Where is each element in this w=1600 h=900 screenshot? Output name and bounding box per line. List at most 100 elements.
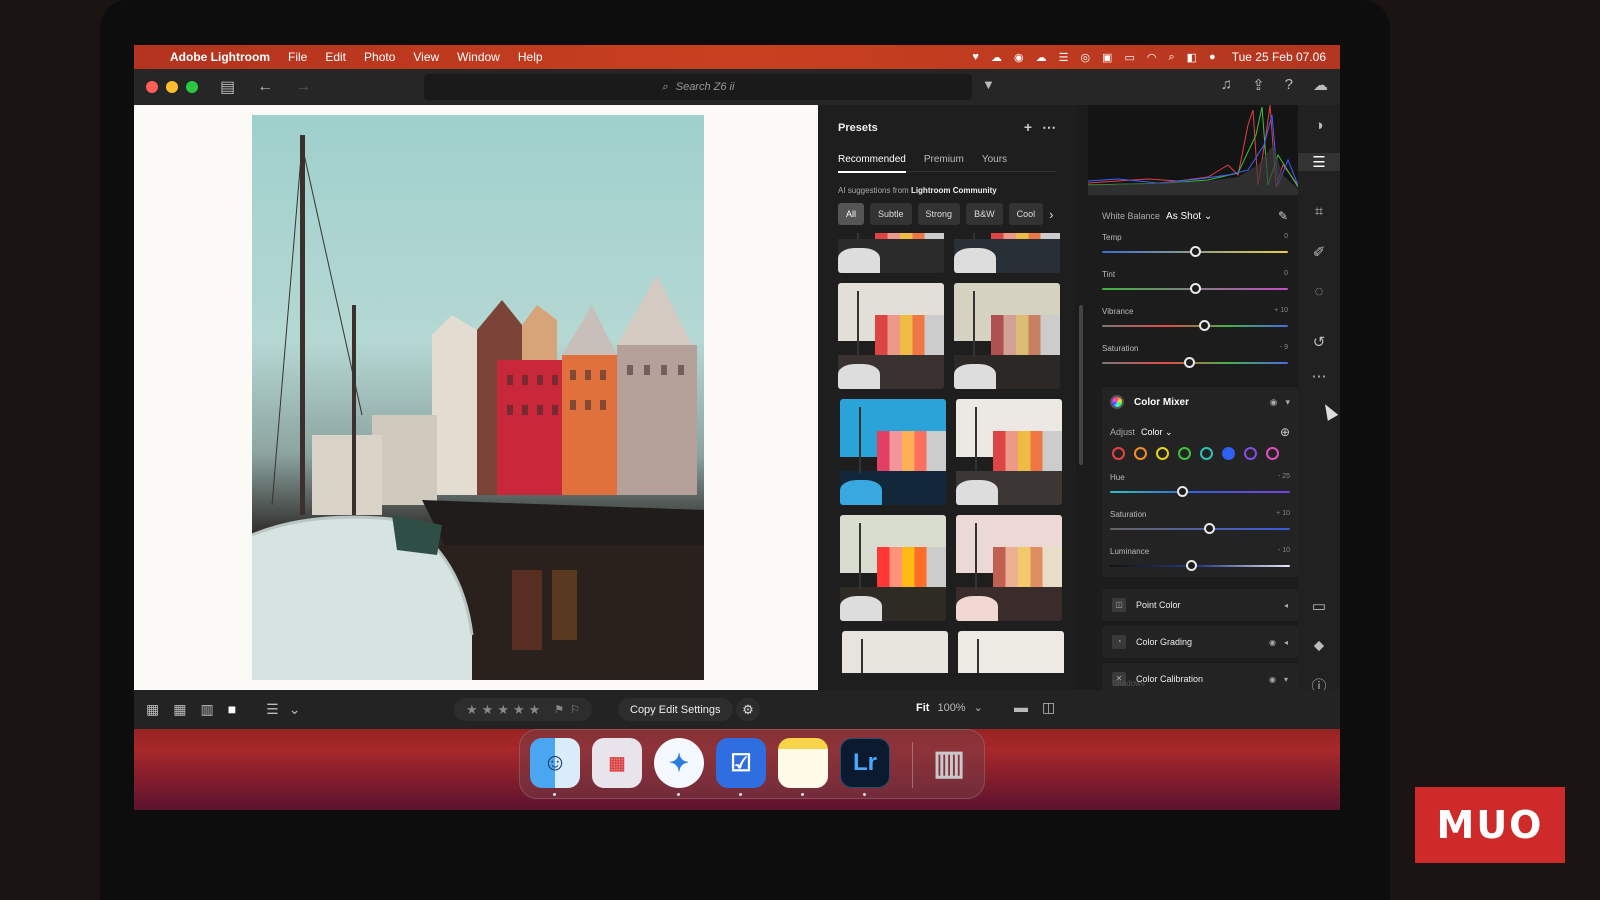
visibility-eye-icon[interactable]: ◉ (1269, 675, 1276, 684)
siri-icon[interactable]: ● (1209, 51, 1216, 63)
reject-flag-icon[interactable]: ⚐ (570, 703, 580, 716)
scrollbar-thumb[interactable] (1079, 305, 1083, 465)
star-icon[interactable]: ★ (466, 702, 478, 718)
preset-thumbnail[interactable] (958, 631, 1064, 673)
cloud-sync-icon[interactable]: ☁ (1036, 51, 1047, 64)
star-icon[interactable]: ★ (513, 702, 525, 718)
edit-sliders-icon[interactable]: ☰ (1298, 153, 1340, 171)
expand-chevron-icon[interactable]: ◂ (1284, 601, 1288, 610)
sort-chevron-icon[interactable]: ⌄ (289, 701, 301, 718)
safari-icon[interactable]: ✦ (654, 738, 704, 788)
photo-grid-view-icon[interactable]: ▦ (173, 701, 186, 718)
lightroom-icon[interactable]: Lr (840, 738, 890, 788)
saturation-slider[interactable]: Saturation - 9 (1102, 344, 1288, 374)
status-circle-icon[interactable]: ◉ (1014, 51, 1024, 64)
panel-scrollbar[interactable] (1076, 105, 1088, 690)
preset-thumbnail[interactable] (954, 233, 1060, 273)
expand-chevron-icon[interactable]: ◂ (1284, 638, 1288, 647)
presets-tool-icon[interactable]: ◑ (1298, 117, 1340, 134)
square-grid-view-icon[interactable]: ▦ (146, 701, 159, 718)
pick-flag-icon[interactable]: ⚑ (554, 703, 564, 716)
menu-extra-icon[interactable]: ☰ (1059, 51, 1069, 64)
share-icon[interactable]: ⇪ (1252, 76, 1265, 94)
color-swatch[interactable] (1134, 447, 1147, 460)
trash-icon[interactable]: ▥ (924, 738, 974, 788)
compare-view-icon[interactable]: ▥ (200, 701, 213, 718)
zoom-control[interactable]: Fit 100% ⌄ (916, 701, 983, 715)
crop-icon[interactable]: ⌗ (1298, 203, 1340, 220)
collapse-chevron-icon[interactable]: ▾ (1285, 397, 1290, 408)
zoom-value[interactable]: 100% (937, 702, 965, 714)
sidebar-toggle-icon[interactable]: ▤ (220, 77, 235, 97)
input-source-icon[interactable]: ▣ (1102, 51, 1112, 64)
filter-icon[interactable]: ▼ (982, 77, 995, 92)
settings-gear-icon[interactable]: ⚙ (736, 698, 760, 721)
color-swatch[interactable] (1178, 447, 1191, 460)
keywords-tag-icon[interactable]: ⬥ (1298, 637, 1340, 654)
slider-knob[interactable] (1190, 283, 1201, 294)
status-app-icon[interactable]: ♥ (972, 51, 979, 63)
chips-next-icon[interactable]: › (1049, 207, 1053, 222)
tab-yours[interactable]: Yours (982, 154, 1007, 165)
menu-file[interactable]: File (288, 50, 307, 64)
close-window-button[interactable] (146, 81, 158, 93)
back-arrow-icon[interactable]: ← (257, 78, 273, 96)
visibility-eye-icon[interactable]: ◉ (1270, 397, 1278, 408)
hue-slider[interactable]: Hue - 25 (1110, 473, 1290, 503)
tasks-icon[interactable]: ☑ (716, 738, 766, 788)
menu-clock[interactable]: Tue 25 Feb 07.06 (1232, 50, 1326, 64)
slider-knob[interactable] (1177, 486, 1188, 497)
color-swatch[interactable] (1156, 447, 1169, 460)
menu-app-name[interactable]: Adobe Lightroom (170, 50, 270, 64)
color-grading-section[interactable]: ◔ Color Grading ◉ ◂ (1102, 626, 1298, 658)
add-preset-icon[interactable]: + (1024, 119, 1032, 136)
versions-history-icon[interactable]: ↺ (1298, 333, 1340, 351)
finder-icon[interactable]: ☺ (530, 738, 580, 788)
adjust-dropdown[interactable]: Color ⌄ (1141, 427, 1173, 438)
before-after-icon[interactable]: ◫ (1042, 699, 1055, 716)
search-field[interactable]: ⌕ Search Z6 ii (424, 74, 972, 100)
preset-thumbnail[interactable] (838, 233, 944, 273)
user-status-icon[interactable]: ◎ (1080, 51, 1090, 64)
chip-all[interactable]: All (838, 203, 865, 225)
visibility-eye-icon[interactable]: ◉ (1269, 638, 1276, 647)
creative-cloud-icon[interactable]: ☁ (991, 51, 1002, 64)
slider-knob[interactable] (1199, 320, 1211, 331)
wifi-icon[interactable]: ◠ (1147, 51, 1157, 64)
menu-photo[interactable]: Photo (364, 50, 395, 64)
tab-recommended[interactable]: Recommended (838, 154, 906, 173)
preset-thumbnail[interactable] (840, 399, 946, 505)
mixer-saturation-slider[interactable]: Saturation + 10 (1110, 510, 1290, 540)
main-photo[interactable] (252, 115, 704, 680)
help-icon[interactable]: ? (1285, 76, 1293, 94)
filmstrip-icon[interactable]: ▬ (1014, 699, 1028, 716)
preset-thumbnail[interactable] (956, 399, 1062, 505)
healing-brush-icon[interactable]: ✐ (1298, 243, 1340, 261)
color-swatch[interactable] (1222, 447, 1235, 460)
more-tools-icon[interactable]: ⋯ (1298, 367, 1340, 385)
color-mixer-title[interactable]: Color Mixer (1134, 397, 1189, 408)
zoom-window-button[interactable] (186, 81, 198, 93)
slider-knob[interactable] (1190, 246, 1201, 257)
battery-icon[interactable]: ▭ (1124, 51, 1134, 64)
chip-cool[interactable]: Cool (1008, 203, 1044, 225)
menu-view[interactable]: View (413, 50, 439, 64)
slider-knob[interactable] (1184, 357, 1196, 368)
eyedropper-icon[interactable]: ✎ (1278, 209, 1288, 223)
chip-strong[interactable]: Strong (917, 203, 961, 225)
notes-icon[interactable] (778, 738, 828, 788)
menu-edit[interactable]: Edit (325, 50, 346, 64)
color-swatch[interactable] (1112, 447, 1125, 460)
tint-slider[interactable]: Tint 0 (1102, 270, 1288, 300)
white-balance-dropdown[interactable]: As Shot ⌄ (1166, 211, 1212, 222)
control-center-icon[interactable]: ◧ (1187, 51, 1197, 64)
masking-icon[interactable]: ◌ (1298, 283, 1340, 300)
chip-subtle[interactable]: Subtle (870, 203, 912, 225)
slider-knob[interactable] (1186, 560, 1197, 571)
preset-thumbnail[interactable] (838, 283, 944, 389)
comments-icon[interactable]: ▭ (1298, 597, 1340, 615)
star-icon[interactable]: ★ (482, 702, 494, 718)
zoom-fit-label[interactable]: Fit (916, 702, 929, 714)
color-swatch[interactable] (1244, 447, 1257, 460)
temp-slider[interactable]: Temp 0 (1102, 233, 1288, 263)
